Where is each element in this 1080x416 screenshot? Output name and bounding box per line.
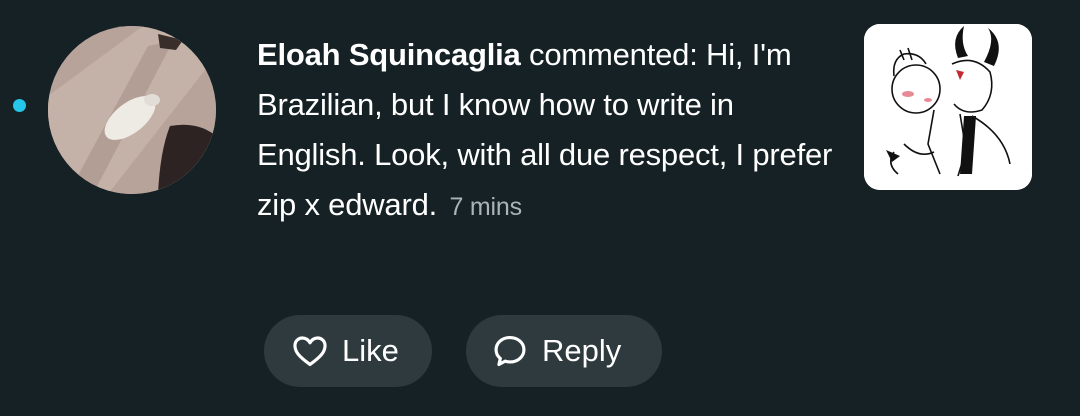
- heart-icon: [293, 336, 327, 367]
- avatar[interactable]: [48, 26, 216, 194]
- comment-action: commented:: [529, 37, 698, 72]
- comment-timestamp: 7 mins: [449, 193, 522, 221]
- post-thumbnail-image: [864, 24, 1032, 190]
- post-thumbnail[interactable]: [864, 24, 1032, 190]
- comment-message: Eloah Squincaglia commented: Hi, I'm Bra…: [257, 30, 847, 232]
- reply-button[interactable]: Reply: [466, 315, 662, 387]
- like-label: Like: [342, 333, 399, 368]
- unread-indicator: [13, 99, 26, 112]
- avatar-image: [48, 26, 216, 194]
- speech-bubble-icon: [494, 335, 526, 367]
- comment-notification[interactable]: Eloah Squincaglia commented: Hi, I'm Bra…: [0, 0, 1080, 416]
- like-button[interactable]: Like: [264, 315, 432, 387]
- comment-actions: Like Reply: [264, 315, 662, 387]
- reply-label: Reply: [542, 333, 622, 368]
- comment-author[interactable]: Eloah Squincaglia: [257, 37, 521, 72]
